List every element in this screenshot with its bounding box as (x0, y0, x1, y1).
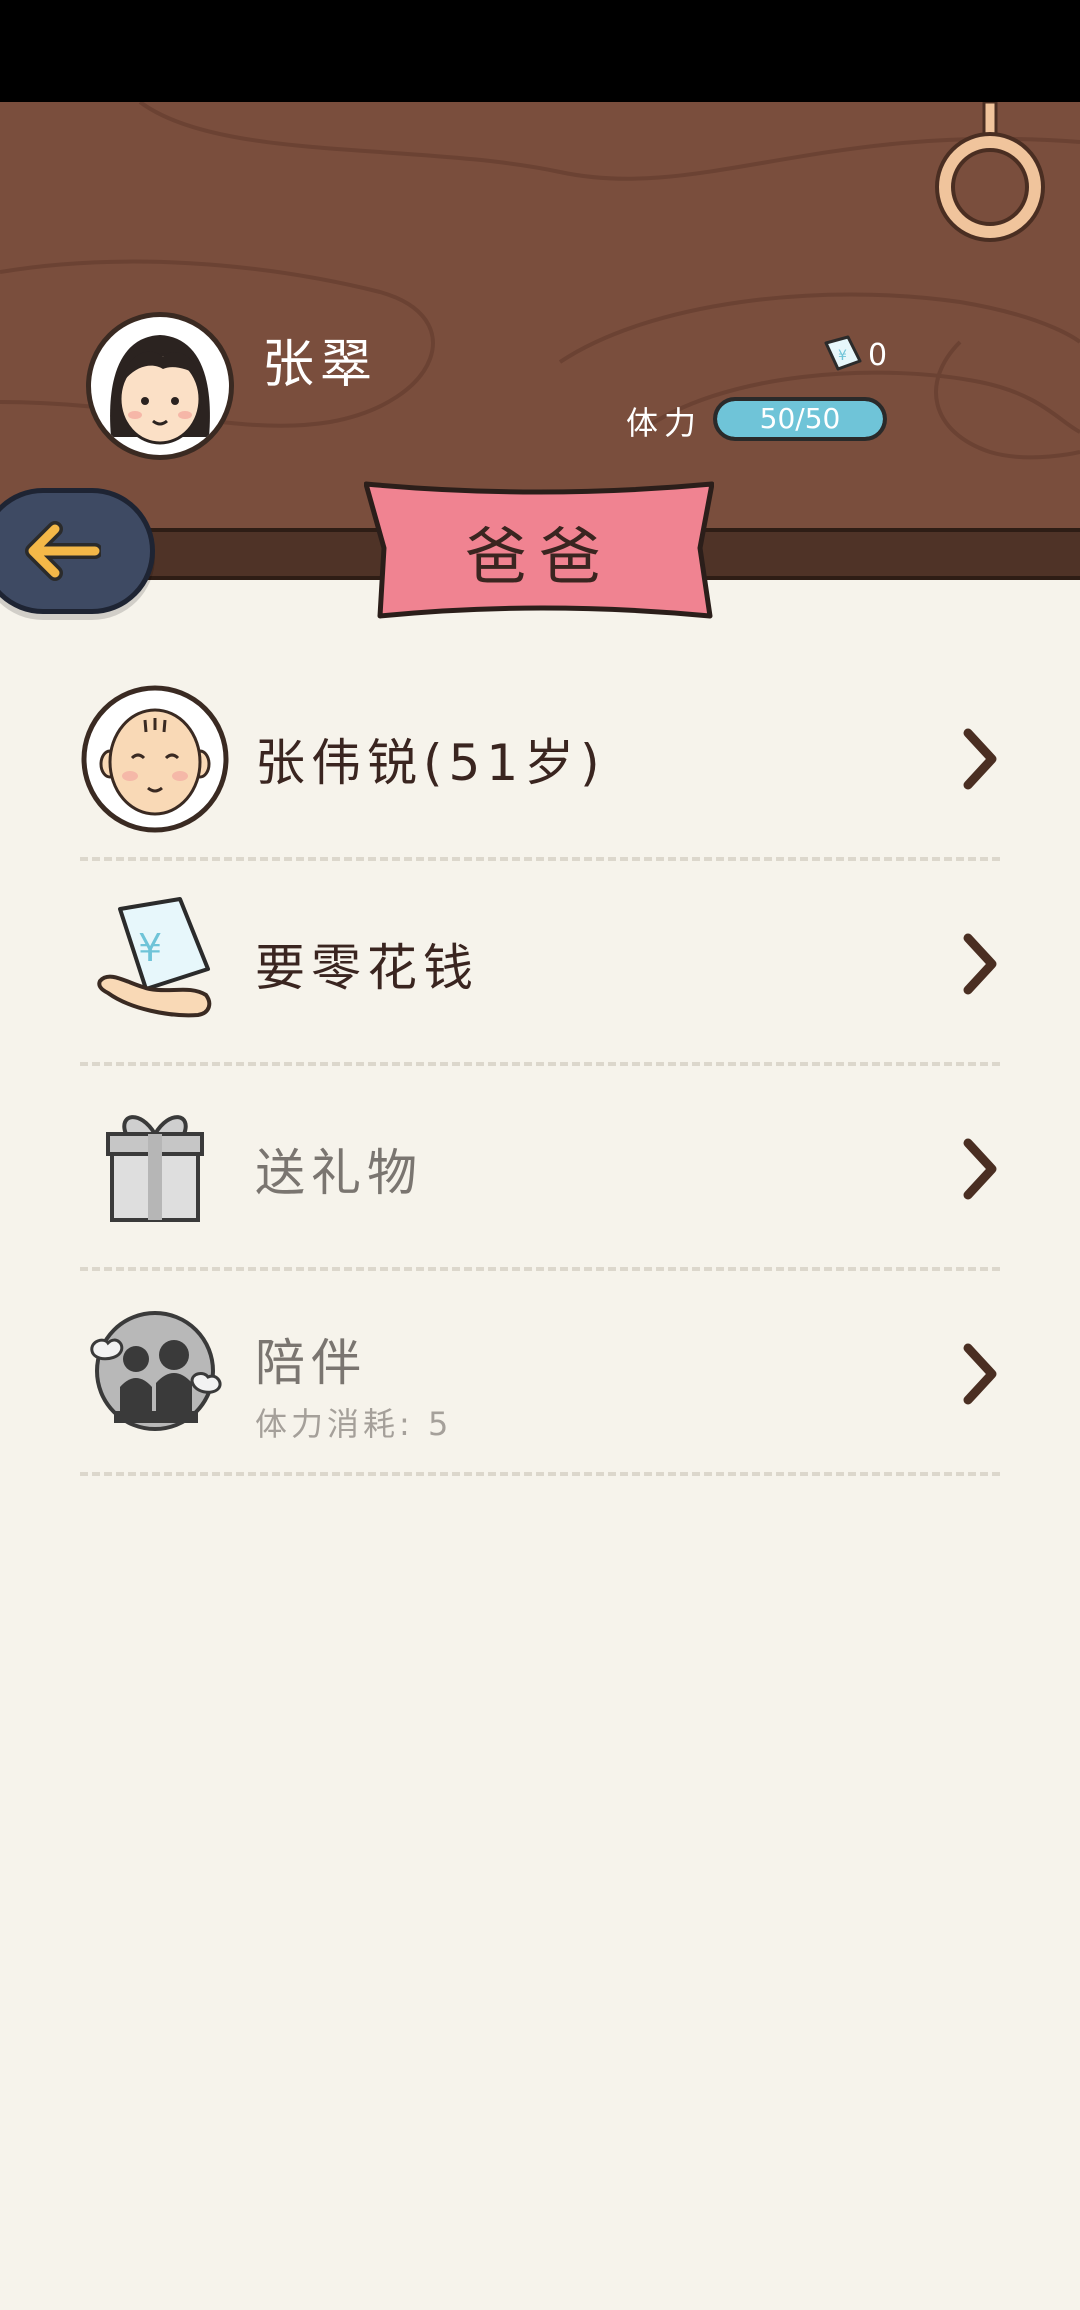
chevron-right-icon (963, 1138, 997, 1199)
page-title: 爸爸 (464, 520, 613, 593)
accompany-icon (80, 1299, 230, 1449)
girl-face-icon (110, 335, 210, 445)
dashed-divider (80, 1472, 1000, 1476)
gift-icon (80, 1094, 230, 1244)
chevron-right-icon (963, 933, 997, 994)
stamina-label: 体力 (626, 404, 703, 442)
send-gift-label: 送礼物 (255, 1143, 423, 1202)
list-item-father-profile[interactable]: 张伟锐(51岁) (80, 656, 1000, 861)
svg-text:¥: ¥ (838, 348, 847, 364)
back-button[interactable] (0, 488, 155, 614)
stamina-value: 50/50 (759, 402, 841, 435)
money-hand-icon: ¥ (80, 889, 230, 1039)
player-avatar[interactable] (86, 312, 234, 460)
father-name-label: 张伟锐(51岁) (255, 733, 606, 792)
status-bar (0, 0, 1080, 102)
stamina-bar: 50/50 (713, 397, 887, 441)
accompany-label: 陪伴 (255, 1334, 367, 1392)
father-avatar-icon (80, 684, 230, 834)
back-arrow-icon (25, 521, 101, 581)
player-name: 张翠 (262, 335, 379, 395)
stamina-cost-label: 体力消耗: 5 (255, 1405, 453, 1443)
money-display: ¥ 0 (822, 330, 887, 380)
chevron-right-icon (963, 1343, 997, 1404)
money-bill-icon: ¥ (824, 335, 862, 371)
chevron-right-icon (963, 728, 997, 789)
list-item-accompany[interactable]: 陪伴 体力消耗: 5 (80, 1271, 1000, 1476)
list-item-ask-pocket-money[interactable]: ¥ 要零花钱 (80, 861, 1000, 1066)
svg-text:¥: ¥ (138, 926, 162, 970)
ask-money-label: 要零花钱 (255, 938, 479, 997)
list-item-send-gift[interactable]: 送礼物 (80, 1066, 1000, 1271)
money-count: 0 (868, 337, 888, 373)
ring-hook-icon[interactable] (935, 100, 1045, 242)
title-ribbon: 爸爸 (364, 478, 714, 624)
